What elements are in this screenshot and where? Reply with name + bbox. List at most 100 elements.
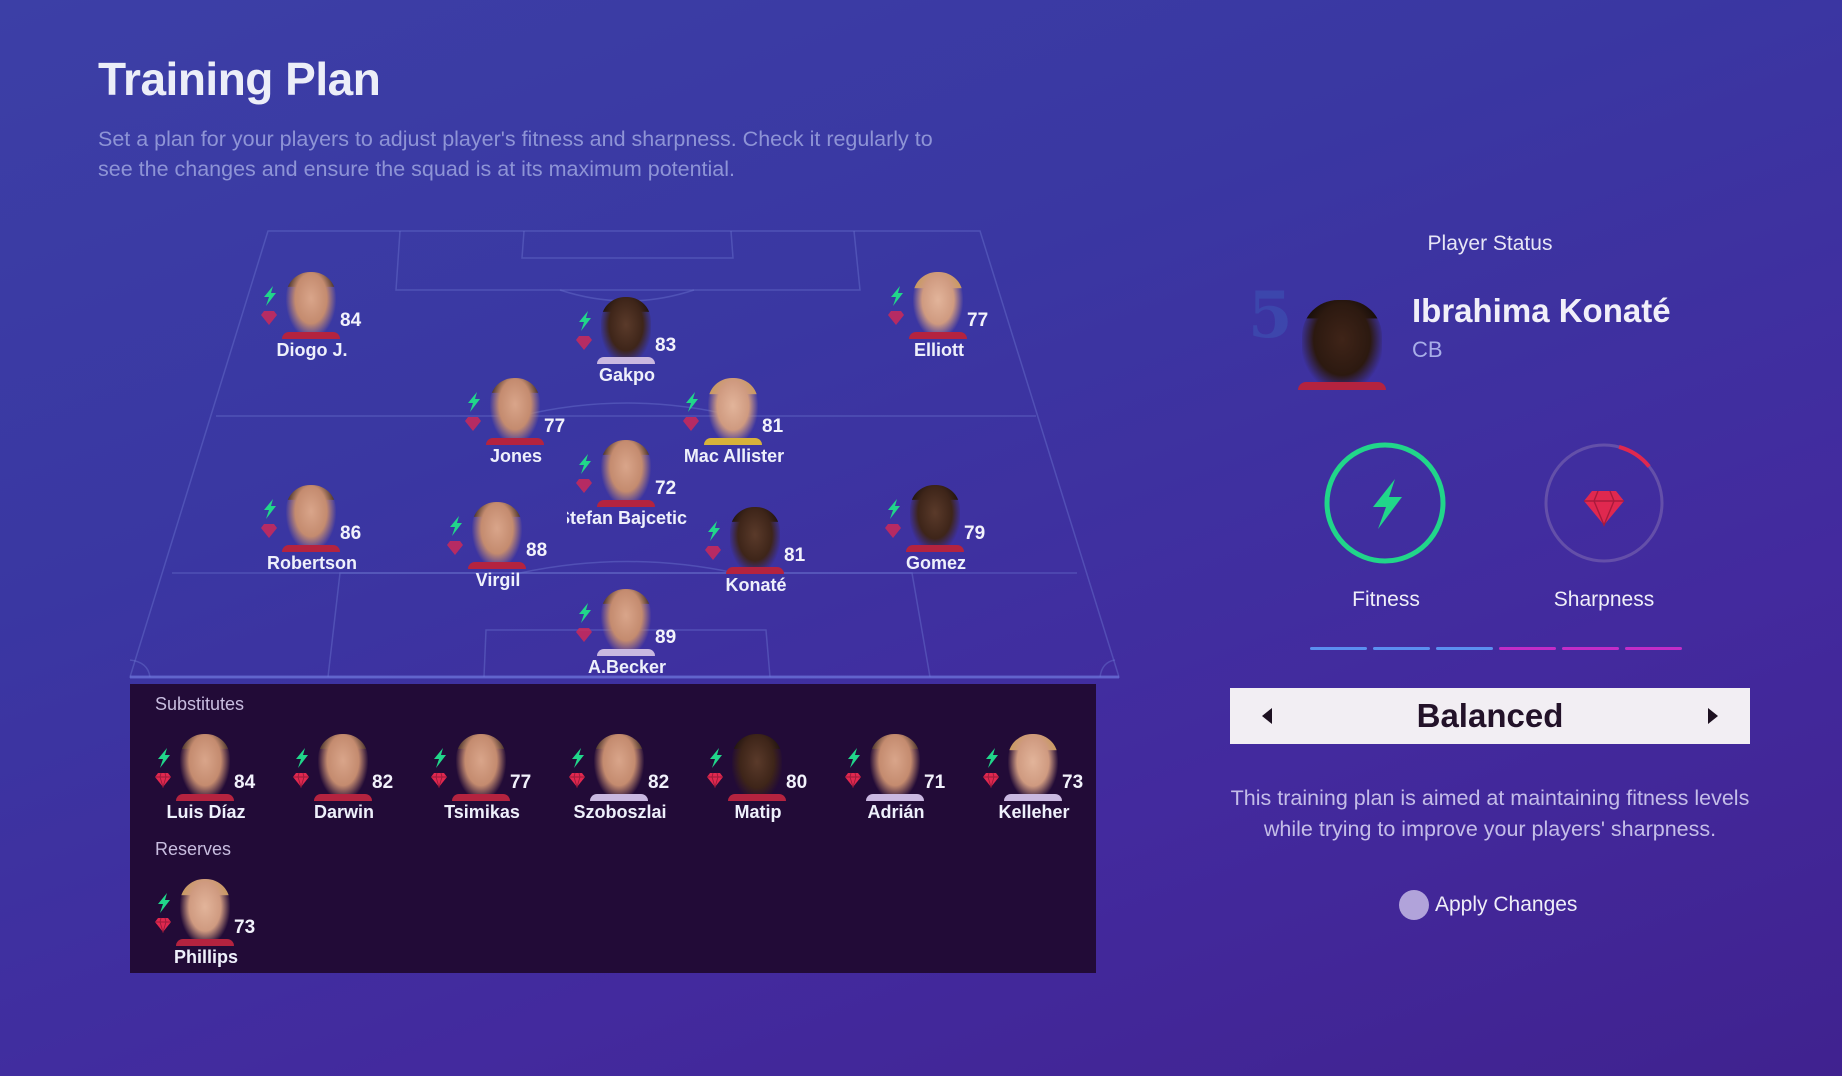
- player-shirt: [486, 438, 544, 445]
- player-rating: 84: [340, 310, 362, 331]
- player-name-label: A.Becker: [587, 657, 667, 677]
- diamond-gem-icon: [845, 772, 861, 788]
- fitness-ring: [1324, 442, 1446, 564]
- player-rating: 83: [655, 335, 677, 356]
- player-name: Ibrahima Konaté: [1412, 292, 1671, 329]
- lightning-bolt-icon: [686, 392, 698, 412]
- player-card[interactable]: 84 Diogo J.: [242, 272, 382, 372]
- page-subtitle: Set a plan for your players to adjust pl…: [98, 127, 933, 181]
- player-rating: 79: [964, 523, 986, 544]
- player-photo: [318, 734, 368, 800]
- sharpness-segment: [1625, 647, 1682, 650]
- player-portrait: [1302, 300, 1382, 390]
- player-photo: [180, 879, 230, 945]
- player-card[interactable]: 84 Luis Díaz: [136, 734, 276, 834]
- player-shirt: [906, 545, 964, 552]
- sharpness-ring: [1544, 443, 1664, 563]
- player-photo: [1008, 734, 1058, 800]
- diamond-gem-icon: [261, 524, 277, 538]
- diamond-gem-icon: [888, 311, 904, 325]
- lightning-bolt-icon: [848, 748, 860, 768]
- lightning-bolt-icon: [888, 499, 900, 519]
- player-name-label: Virgil: [475, 570, 521, 590]
- player-portrait-shirt: [1298, 382, 1386, 390]
- fitness-segment: [1436, 647, 1493, 650]
- diamond-gem-icon: [261, 311, 277, 325]
- lightning-bolt-icon: [986, 748, 998, 768]
- corner-arc-br: [1099, 659, 1116, 678]
- player-photo: [601, 297, 651, 363]
- diamond-gem-icon: [683, 417, 699, 431]
- player-card[interactable]: 72 Stefan Bajcetic: [557, 440, 697, 540]
- player-card[interactable]: 77 Tsimikas: [412, 734, 552, 834]
- player-name-label: Adrián: [867, 802, 925, 822]
- apply-button-glyph-icon: [1399, 890, 1429, 920]
- player-card[interactable]: 88 Virgil: [428, 502, 568, 602]
- player-rating: 80: [786, 772, 808, 793]
- player-rating: 77: [967, 310, 989, 331]
- player-rating: 84: [234, 772, 256, 793]
- jersey-number: 5: [1248, 278, 1293, 353]
- player-shirt: [1004, 794, 1062, 801]
- player-shirt: [728, 794, 786, 801]
- training-plan-value: Balanced: [1416, 697, 1564, 734]
- player-rating: 86: [340, 523, 362, 544]
- player-card[interactable]: 80 Matip: [688, 734, 828, 834]
- lightning-bolt-icon: [579, 311, 591, 331]
- player-rating: 81: [784, 545, 806, 566]
- training-plan-selector[interactable]: Balanced: [1230, 688, 1750, 744]
- diamond-gem-icon: [885, 524, 901, 538]
- player-card[interactable]: 86 Robertson: [242, 485, 382, 585]
- player-card[interactable]: 81 Konaté: [686, 507, 826, 607]
- player-photo: [910, 485, 960, 551]
- corner-arc-bl: [129, 659, 151, 678]
- apply-changes-label: Apply Changes: [1435, 893, 1578, 916]
- fitness-segment: [1310, 647, 1367, 650]
- lightning-bolt-icon: [296, 748, 308, 768]
- player-card[interactable]: 82 Darwin: [274, 734, 414, 834]
- player-shirt: [468, 562, 526, 569]
- fitness-segment: [1373, 647, 1430, 650]
- player-photo: [180, 734, 230, 800]
- player-card[interactable]: 71 Adrián: [826, 734, 966, 834]
- player-rating: 71: [924, 772, 946, 793]
- player-name-label: Szoboszlai: [573, 802, 667, 822]
- diamond-gem-icon: [431, 772, 447, 788]
- player-photo: [456, 734, 506, 800]
- diamond-gem-icon: [983, 772, 999, 788]
- player-card[interactable]: 82 Szoboszlai: [550, 734, 690, 834]
- diamond-gem-icon: [465, 417, 481, 431]
- player-card[interactable]: 79 Gomez: [866, 485, 1006, 585]
- player-shirt: [282, 545, 340, 552]
- lightning-bolt-icon: [450, 516, 462, 536]
- diamond-gem-icon: [447, 541, 463, 555]
- diamond-gem-icon: [293, 772, 309, 788]
- player-shirt: [866, 794, 924, 801]
- player-photo: [913, 272, 963, 338]
- lightning-bolt-icon: [434, 748, 446, 768]
- player-photo: [601, 440, 651, 506]
- triangle-left-icon[interactable]: [1262, 708, 1272, 724]
- player-photo: [730, 507, 780, 573]
- player-card[interactable]: 73 Kelleher: [964, 734, 1104, 834]
- triangle-right-icon[interactable]: [1708, 708, 1718, 724]
- player-rating: 72: [655, 478, 677, 499]
- substitutes-label: Substitutes: [155, 694, 245, 714]
- player-photo: [732, 734, 782, 800]
- player-card[interactable]: 77 Elliott: [869, 272, 1009, 372]
- player-shirt: [314, 794, 372, 801]
- reserves-label: Reserves: [155, 839, 232, 859]
- goal-box-top: [521, 230, 734, 259]
- diamond-gem-icon: [1584, 490, 1624, 527]
- lightning-bolt-icon: [579, 454, 591, 474]
- training-plan-description: This training plan is aimed at maintaini…: [1230, 786, 1750, 841]
- player-status-title: Player Status: [1427, 232, 1553, 255]
- player-name-label: Diogo J.: [276, 340, 348, 360]
- player-shirt: [282, 332, 340, 339]
- apply-changes-button[interactable]: Apply Changes: [1399, 890, 1577, 920]
- player-card[interactable]: 73 Phillips: [136, 879, 276, 979]
- player-card[interactable]: 89 A.Becker: [557, 589, 697, 689]
- player-rating: 73: [234, 917, 256, 938]
- player-shirt: [590, 794, 648, 801]
- player-photo: [286, 272, 336, 338]
